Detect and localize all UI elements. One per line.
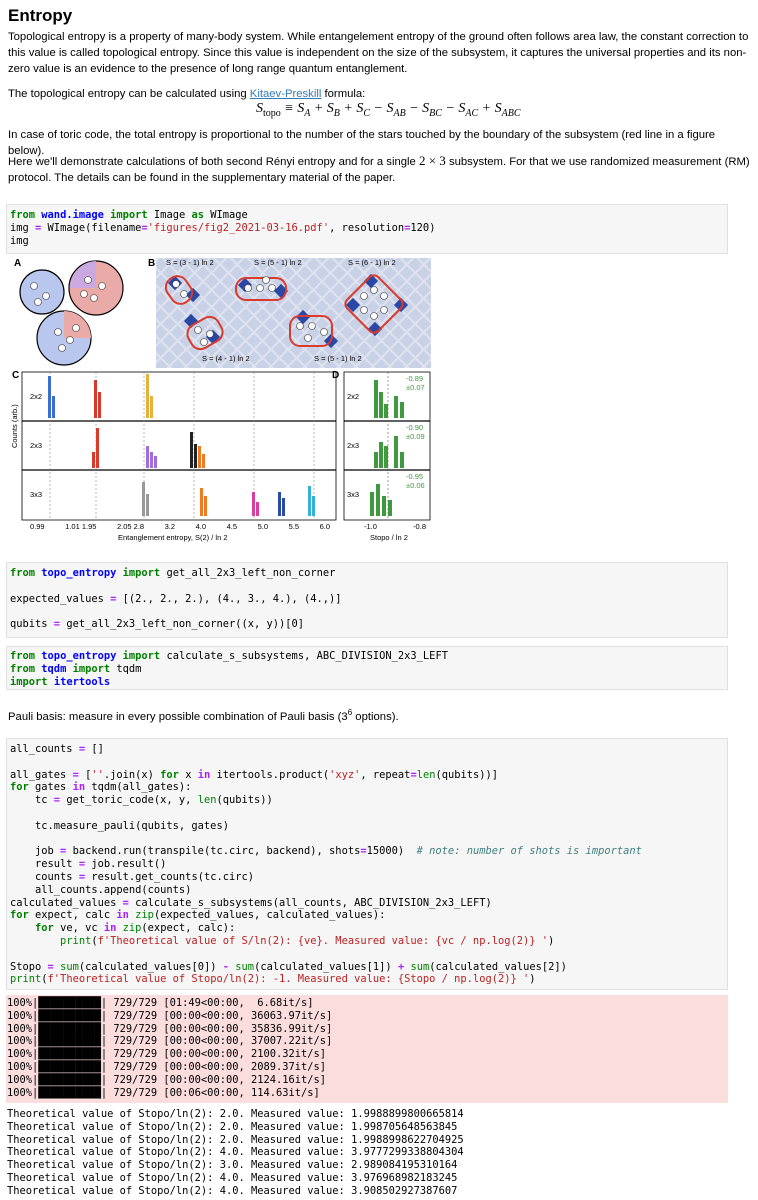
intro-paragraph: Topological entropy is a property of man… xyxy=(8,31,749,75)
d-row-3x3: 3x3 xyxy=(347,490,360,499)
c-tick: 5.5 xyxy=(288,522,300,531)
d-row-2x2: 2x2 xyxy=(347,392,360,401)
print-output: Theoretical value of Stopo/ln(2): 2.0. M… xyxy=(6,1108,730,1198)
code-cell-image[interactable]: from wand.image import Image as WImage i… xyxy=(6,204,728,254)
panel-label-d: D xyxy=(332,370,340,381)
output-line: Theoretical value of Stopo/ln(2): 4.0. M… xyxy=(7,1146,464,1159)
c-ticks: 0.99 1.01 1.95 2.05 2.8 3.2 4.0 4.5 5.0 … xyxy=(30,522,330,531)
panel-b xyxy=(156,258,431,368)
kitaev-preskill-link[interactable]: Kitaev-Preskill xyxy=(250,88,322,100)
code-measure: all_counts = [] all_gates = [''.join(x) … xyxy=(10,743,642,986)
c-row-3x3: 3x3 xyxy=(30,490,43,499)
code-cell-measure[interactable]: all_counts = [] all_gates = [''.join(x) … xyxy=(6,738,728,990)
formula-intro-suffix: formula: xyxy=(321,88,366,100)
b-label-4: S = (4 - 1) ln 2 xyxy=(202,354,250,363)
kitaev-preskill-formula: Stopo ≡ SA + SB + SC − SAB − SBC − SAC +… xyxy=(256,101,521,119)
c-row-2x3: 2x3 xyxy=(30,441,43,450)
c-tick: 3.2 xyxy=(164,522,176,531)
c-row-2x2: 2x2 xyxy=(30,392,43,401)
panel-c xyxy=(21,371,337,521)
d-value-3-mean: -0.95 xyxy=(406,472,424,481)
subsystem-size-math: 2 × 3 xyxy=(418,153,446,168)
b-label-1: S = (3 - 1) ln 2 xyxy=(166,258,214,267)
c-tick: 5.0 xyxy=(257,522,269,531)
progress-line: 100%|██████████| 729/729 [00:00<00:00, 3… xyxy=(7,1035,333,1048)
panel-label-b: B xyxy=(148,258,156,269)
d-value-3-err: ±0.06 xyxy=(406,481,425,490)
progress-line: 100%|██████████| 729/729 [01:49<00:00, 6… xyxy=(7,997,314,1009)
progress-output: 100%|██████████| 729/729 [01:49<00:00, 6… xyxy=(6,995,728,1103)
code-qubits: from topo_entropy import get_all_2x3_lef… xyxy=(10,567,342,631)
panel-label-c: C xyxy=(12,370,20,381)
c-tick: 2.05 2.8 xyxy=(116,522,145,531)
figure-svg xyxy=(19,258,431,521)
c-ylabel: Counts (arb.) xyxy=(10,404,19,448)
progress-line: 100%|██████████| 729/729 [00:00<00:00, 2… xyxy=(7,1048,327,1061)
d-xlabel: Stopo / ln 2 xyxy=(370,533,408,542)
d-value-2-err: ±0.09 xyxy=(406,432,425,441)
output-line: Theoretical value of Stopo/ln(2): 4.0. M… xyxy=(7,1184,458,1197)
b-label-3: S = (6 - 1) ln 2 xyxy=(348,258,396,267)
d-row-2x3: 2x3 xyxy=(347,441,360,450)
d-value-1-err: ±0.07 xyxy=(406,383,425,392)
output-line: Theoretical value of Stopo/ln(2): 2.0. M… xyxy=(7,1120,458,1133)
c-tick: 0.99 xyxy=(30,522,45,531)
progress-line: 100%|██████████| 729/729 [00:06<00:00, 1… xyxy=(7,1086,320,1099)
d-value-2: -0.90 ±0.09 xyxy=(406,423,425,441)
d-ticks: -1.0 -0.8 xyxy=(364,522,426,531)
code-cell-imports[interactable]: from topo_entropy import calculate_s_sub… xyxy=(6,646,728,690)
d-value-1: -0.89 ±0.07 xyxy=(406,374,425,392)
c-tick: 4.5 xyxy=(226,522,238,531)
page-title: Entropy xyxy=(8,6,73,25)
d-value-2-mean: -0.90 xyxy=(406,423,424,432)
pauli-text: Pauli basis: measure in every possible c… xyxy=(8,710,348,723)
output-line: Theoretical value of Stopo/ln(2): 2.0. M… xyxy=(7,1108,464,1120)
code-image-load: from wand.image import Image as WImage i… xyxy=(10,209,436,247)
figure-output: A B C D S = (3 - 1) ln 2 S = (5 - 1) ln … xyxy=(8,256,433,551)
c-xlabel: Entanglement entropy, S(2) / ln 2 xyxy=(118,533,228,542)
pauli-paragraph: Pauli basis: measure in every possible c… xyxy=(8,705,750,725)
d-value-3: -0.95 ±0.06 xyxy=(406,472,425,490)
panel-a xyxy=(19,260,124,366)
progress-line: 100%|██████████| 729/729 [00:00<00:00, 2… xyxy=(7,1060,327,1073)
b-label-5: S = (5 - 1) ln 2 xyxy=(314,354,362,363)
b-label-2: S = (5 - 1) ln 2 xyxy=(254,258,302,267)
code-cell-qubits[interactable]: from topo_entropy import get_all_2x3_lef… xyxy=(6,562,728,638)
d-tick: -1.0 xyxy=(364,522,377,531)
c-tick: 4.0 xyxy=(195,522,207,531)
progress-line: 100%|██████████| 729/729 [00:00<00:00, 3… xyxy=(7,1009,333,1022)
output-line: Theoretical value of Stopo/ln(2): 2.0. M… xyxy=(7,1133,464,1146)
progress-line: 100%|██████████| 729/729 [00:00<00:00, 2… xyxy=(7,1073,327,1086)
output-line: Theoretical value of Stopo/ln(2): 4.0. M… xyxy=(7,1171,458,1184)
renyi-paragraph: Here we'll demonstrate calculations of b… xyxy=(8,153,750,186)
output-line: Theoretical value of Stopo/ln(2): 3.0. M… xyxy=(7,1159,458,1172)
c-tick: 1.01 1.95 xyxy=(65,522,97,531)
formula-intro: The topological entropy can be calculate… xyxy=(8,86,750,102)
panel-label-a: A xyxy=(14,258,22,269)
d-tick: -0.8 xyxy=(413,522,426,531)
pauli-text-end: options). xyxy=(352,710,399,723)
progress-line: 100%|██████████| 729/729 [00:00<00:00, 3… xyxy=(7,1022,333,1035)
renyi-text-a: Here we'll demonstrate calculations of b… xyxy=(8,156,419,168)
formula-intro-text: The topological entropy can be calculate… xyxy=(8,88,250,100)
c-tick: 6.0 xyxy=(319,522,330,531)
code-imports: from topo_entropy import calculate_s_sub… xyxy=(10,650,448,688)
d-value-1-mean: -0.89 xyxy=(406,374,424,383)
